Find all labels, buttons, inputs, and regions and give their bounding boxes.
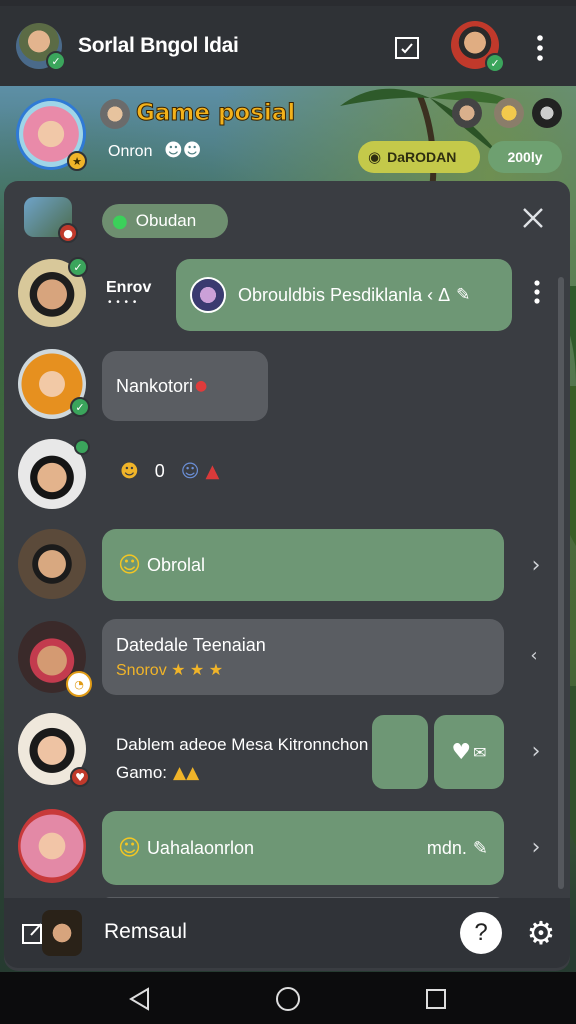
grin-emoji-icon: ☺ <box>118 835 141 861</box>
chat-chip-label: Obudan <box>135 211 197 230</box>
online-check-icon: ✓ <box>485 53 505 73</box>
coins-label: DaRODAN <box>387 149 457 165</box>
row-avatar-6[interactable]: ♥ <box>18 713 90 787</box>
mail-icon: ✉ <box>473 742 487 762</box>
participant-avatar-1[interactable] <box>452 98 482 128</box>
friend-avatar[interactable]: ✓ <box>451 21 505 73</box>
small-avatar[interactable] <box>100 99 130 129</box>
reaction-row[interactable]: ☻ 0 ☺ ▲ <box>120 461 219 482</box>
coin-icon: ◉ <box>368 148 382 166</box>
chat-bubble-icon: ● <box>112 210 128 232</box>
message-bubble-2[interactable]: Nankotori ● <box>102 351 268 421</box>
settings-gear-icon[interactable]: ⚙ <box>522 914 560 952</box>
pencil-icon: ✎ <box>472 837 488 859</box>
coins-pill[interactable]: ◉ DaRODAN <box>358 141 480 173</box>
pin-icon: ● <box>195 378 208 394</box>
message-trailing-7: mdn. <box>426 837 467 858</box>
crown-badge-icon: ★ <box>67 151 87 171</box>
scrollbar[interactable] <box>558 277 564 889</box>
chat-panel: ● ● Obudan ✓ Enrov • • • • Obrouldbis Pe… <box>4 181 570 971</box>
sunglasses-emoji-icon: ☻ <box>120 461 139 482</box>
smile-emoji-icon: ☺ <box>118 552 141 578</box>
score-label: 200ly <box>507 149 543 165</box>
pencil-icon: ✎ <box>456 285 471 305</box>
chevron-right-icon[interactable]: › <box>524 739 548 764</box>
edit-icon[interactable] <box>394 36 420 60</box>
more-options-icon[interactable] <box>530 34 550 62</box>
game-host-avatar[interactable]: ★ <box>16 98 87 171</box>
profile-avatar[interactable]: ✓ <box>16 23 66 71</box>
face-emoji-icon: ☻☻ <box>164 140 202 161</box>
row-avatar-3[interactable] <box>18 439 90 509</box>
hero-subtitle: Onron <box>108 143 153 160</box>
heart-badge-icon: ♥ <box>70 767 90 787</box>
participant-avatar-3[interactable] <box>532 98 562 128</box>
message-text-2: Nankotori <box>116 375 194 396</box>
message-text-1: Obrouldbis Pesdiklanla ‹ Δ <box>238 284 451 305</box>
typing-dots: • • • • <box>108 297 138 308</box>
message-bubble-1[interactable]: Obrouldbis Pesdiklanla ‹ Δ ✎ <box>176 259 512 331</box>
bottom-label: Remsaul <box>104 920 187 943</box>
row-avatar-5[interactable]: ◔ <box>18 621 92 697</box>
screen: ✓ Sorlal Bngol ldai ✓ ★ Game posial Onro… <box>0 0 576 1024</box>
check-badge-icon: ✓ <box>70 397 90 417</box>
row-avatar-1[interactable]: ✓ <box>18 257 88 327</box>
reaction-count: 0 <box>154 461 165 481</box>
chevron-collapse-icon[interactable]: ‹ <box>522 643 546 667</box>
row-more-icon[interactable] <box>530 277 544 307</box>
action-tile-green[interactable] <box>372 715 428 789</box>
heart-icon: ♥ <box>451 739 472 765</box>
chat-chip[interactable]: ● Obudan <box>102 204 228 238</box>
online-badge-icon <box>74 439 90 455</box>
game-title: Game posial <box>135 100 296 127</box>
app-bar: ✓ Sorlal Bngol ldai ✓ <box>0 6 576 86</box>
row-name-1: Enrov <box>106 279 152 296</box>
message-title-5: Datedale Teenaian <box>116 634 266 655</box>
row-avatar-7[interactable] <box>18 809 86 883</box>
message-text-7: Uahalaonrlon <box>146 837 255 858</box>
clock-badge-icon: ◔ <box>66 671 92 697</box>
bottom-bar: Remsaul ? ⚙ <box>4 898 570 968</box>
group-avatar[interactable]: ● <box>24 197 78 243</box>
system-nav-bar <box>0 972 576 1024</box>
message-subtitle-row-6: Gamo: ▲▲ <box>116 763 199 783</box>
message-subtitle-5: Snorov ★ ★ ★ <box>116 661 224 679</box>
message-bubble-7[interactable]: ☺ Uahalaonrlon mdn. ✎ <box>102 811 504 885</box>
message-bubble-5[interactable]: Datedale Teenaian Snorov ★ ★ ★ <box>102 619 504 695</box>
bubble-avatar <box>190 277 226 313</box>
bottom-avatar[interactable] <box>42 910 82 956</box>
check-badge-icon: ✓ <box>68 257 88 277</box>
app-title: Sorlal Bngol ldai <box>78 34 239 57</box>
message-subtitle-6: Gamo: <box>116 763 168 782</box>
heart-mail-button[interactable]: ♥ ✉ <box>434 715 504 789</box>
row-avatar-4[interactable] <box>18 529 86 599</box>
message-text-4: Obrolal <box>146 554 205 575</box>
home-icon[interactable] <box>274 985 302 1013</box>
chevron-right-icon[interactable]: › <box>524 553 548 578</box>
flame-emoji-icon: ▲ <box>205 461 220 482</box>
alert-badge-icon: ● <box>58 223 78 243</box>
close-icon[interactable] <box>520 205 546 231</box>
avatar-emoji-icon: ☺ <box>180 461 200 482</box>
verified-badge-icon: ✓ <box>46 51 66 71</box>
recents-icon[interactable] <box>424 987 448 1011</box>
message-bubble-4[interactable]: ☺ Obrolal <box>102 529 504 601</box>
participant-avatar-2[interactable] <box>494 98 524 128</box>
help-icon[interactable]: ? <box>460 912 502 954</box>
score-pill[interactable]: 200ly <box>488 141 562 173</box>
back-icon[interactable] <box>126 986 152 1012</box>
chevron-right-icon[interactable]: › <box>524 835 548 860</box>
row-avatar-2[interactable]: ✓ <box>18 349 90 419</box>
thumbs-up-icon: ▲▲ <box>173 763 200 783</box>
